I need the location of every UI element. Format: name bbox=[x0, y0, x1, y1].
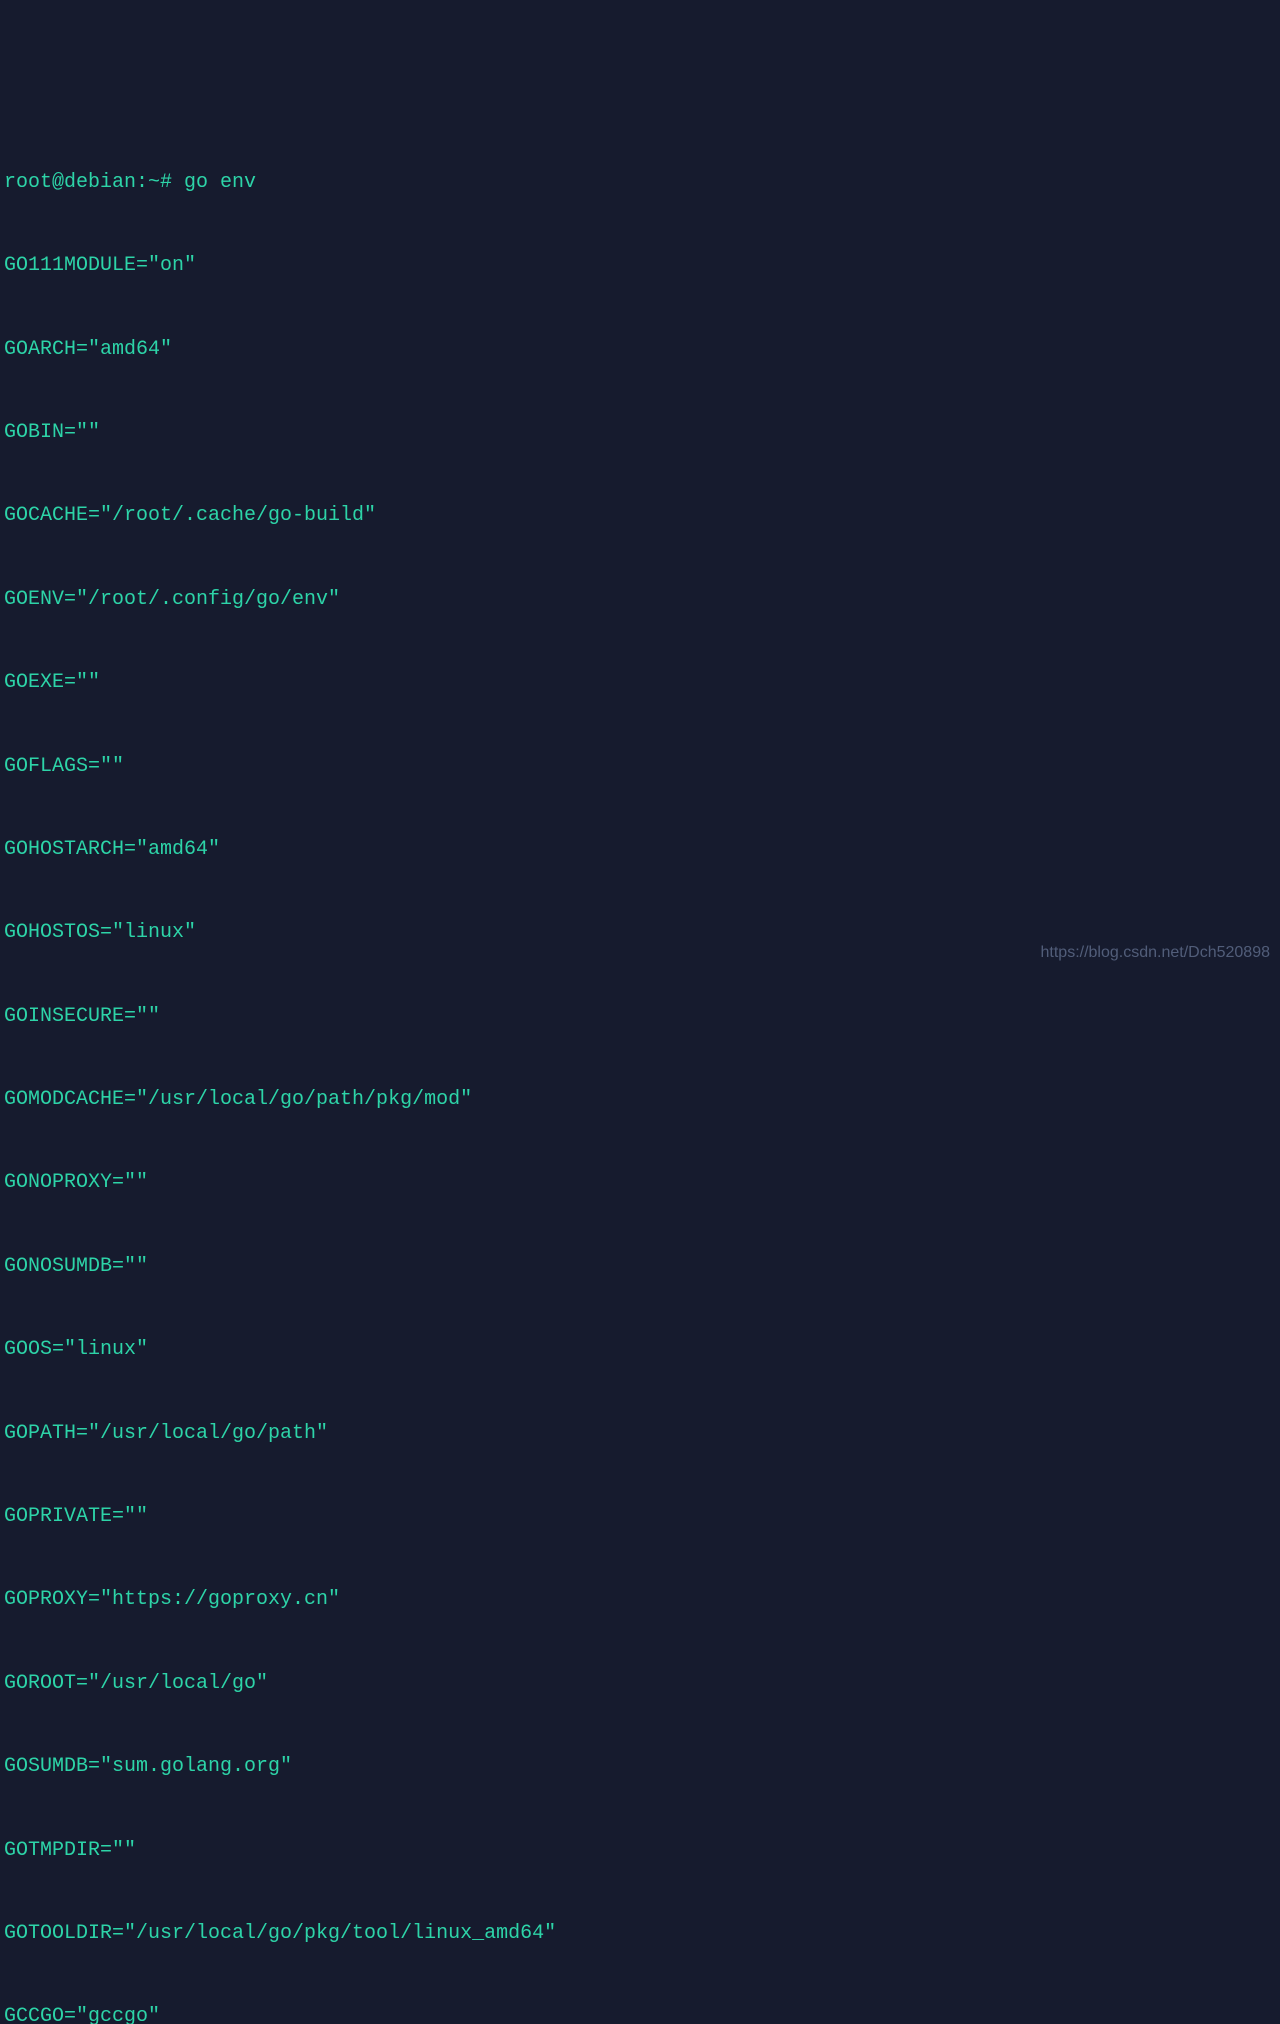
output-line: GOSUMDB="sum.golang.org" bbox=[4, 1753, 1276, 1781]
output-line: GOBIN="" bbox=[4, 419, 1276, 447]
output-line: GO111MODULE="on" bbox=[4, 252, 1276, 280]
terminal-output[interactable]: root@debian:~# go env GO111MODULE="on" G… bbox=[0, 111, 1280, 2024]
output-line: GOOS="linux" bbox=[4, 1336, 1276, 1364]
output-line: GOARCH="amd64" bbox=[4, 336, 1276, 364]
output-line: GCCGO="gccgo" bbox=[4, 2003, 1276, 2024]
output-line: GONOSUMDB="" bbox=[4, 1253, 1276, 1281]
output-line: GOPRIVATE="" bbox=[4, 1503, 1276, 1531]
output-line: GOEXE="" bbox=[4, 669, 1276, 697]
command-text: go env bbox=[184, 171, 256, 194]
output-line: GOPATH="/usr/local/go/path" bbox=[4, 1420, 1276, 1448]
output-line: GOFLAGS="" bbox=[4, 753, 1276, 781]
watermark-text: https://blog.csdn.net/Dch520898 bbox=[1041, 942, 1271, 964]
command-line: root@debian:~# go env bbox=[4, 169, 1276, 197]
shell-prompt: root@debian:~# bbox=[4, 171, 184, 194]
output-line: GOHOSTARCH="amd64" bbox=[4, 836, 1276, 864]
output-line: GOPROXY="https://goproxy.cn" bbox=[4, 1586, 1276, 1614]
output-line: GONOPROXY="" bbox=[4, 1169, 1276, 1197]
output-line: GOENV="/root/.config/go/env" bbox=[4, 586, 1276, 614]
output-line: GOTMPDIR="" bbox=[4, 1837, 1276, 1865]
output-line: GOROOT="/usr/local/go" bbox=[4, 1670, 1276, 1698]
output-line: GOMODCACHE="/usr/local/go/path/pkg/mod" bbox=[4, 1086, 1276, 1114]
output-line: GOINSECURE="" bbox=[4, 1003, 1276, 1031]
output-line: GOTOOLDIR="/usr/local/go/pkg/tool/linux_… bbox=[4, 1920, 1276, 1948]
output-line: GOCACHE="/root/.cache/go-build" bbox=[4, 502, 1276, 530]
